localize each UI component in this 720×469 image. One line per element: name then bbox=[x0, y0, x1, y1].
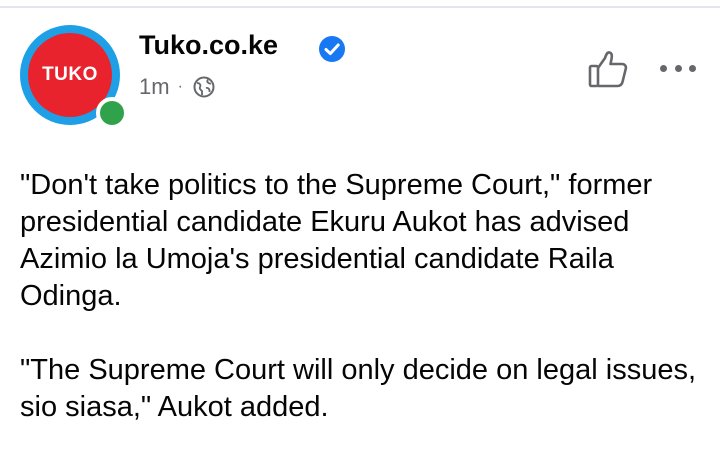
thumbs-up-icon[interactable] bbox=[588, 50, 628, 88]
online-status-dot bbox=[96, 97, 128, 129]
facebook-post: TUKO Tuko.co.ke 1m · "Don't take politic… bbox=[0, 0, 720, 469]
verified-badge-icon bbox=[319, 36, 345, 62]
dot bbox=[660, 64, 667, 72]
meta-separator: · bbox=[177, 78, 183, 95]
post-paragraph: "Don't take politics to the Supreme Cour… bbox=[20, 169, 653, 312]
dot bbox=[674, 64, 682, 72]
globe-icon[interactable] bbox=[193, 76, 215, 98]
page-avatar[interactable]: TUKO bbox=[20, 25, 128, 131]
post-paragraph: "The Supreme Court will only decide on l… bbox=[20, 354, 697, 423]
page-name-link[interactable]: Tuko.co.ke bbox=[139, 30, 278, 61]
post-meta: 1m · bbox=[139, 74, 215, 100]
post-body: "Don't take politics to the Supreme Cour… bbox=[20, 167, 710, 426]
dot bbox=[689, 64, 696, 72]
more-options-icon[interactable] bbox=[660, 58, 696, 78]
post-timestamp[interactable]: 1m bbox=[139, 74, 170, 100]
